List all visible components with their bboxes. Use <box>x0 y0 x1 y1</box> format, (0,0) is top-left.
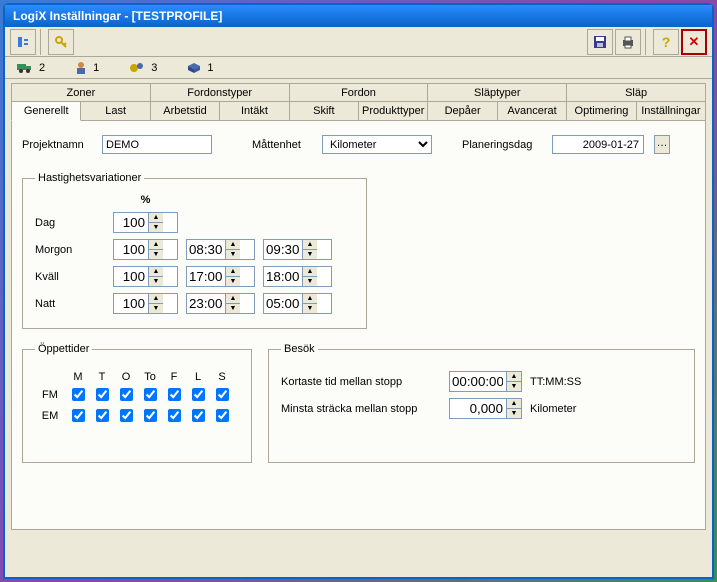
day-header-o: O <box>122 371 131 383</box>
em-label: EM <box>42 410 59 422</box>
dag-label: Dag <box>35 217 105 229</box>
status-users: 1 <box>75 61 99 75</box>
mattenhet-select[interactable]: Kilometer <box>322 135 432 154</box>
close-icon: ✕ <box>689 34 700 50</box>
key-button[interactable] <box>48 29 74 55</box>
em-checkbox-f[interactable] <box>168 409 181 422</box>
kvall-from-spinner[interactable]: ▲▼ <box>186 266 255 287</box>
tab-skift[interactable]: Skift <box>290 101 359 121</box>
tab-generellt[interactable]: Generellt <box>11 101 81 121</box>
tab-produkttyper[interactable]: Produkttyper <box>359 101 428 121</box>
morgon-pct-spinner[interactable]: ▲▼ <box>113 239 178 260</box>
tab-int-kt[interactable]: Intäkt <box>220 101 289 121</box>
day-header-t: T <box>99 371 106 383</box>
em-checkbox-l[interactable] <box>192 409 205 422</box>
hastighet-legend: Hastighetsvariationer <box>35 172 144 184</box>
fm-checkbox-o[interactable] <box>120 388 133 401</box>
tab-last[interactable]: Last <box>81 101 150 121</box>
toolbar: ? ✕ <box>5 27 712 57</box>
gears-icon <box>129 61 145 75</box>
kvall-to-spinner[interactable]: ▲▼ <box>263 266 332 287</box>
toggle-panel-button[interactable] <box>10 29 36 55</box>
em-checkbox-s[interactable] <box>216 409 229 422</box>
besok-group: Besök Kortaste tid mellan stopp ▲▼ TT:MM… <box>268 343 695 463</box>
fm-checkbox-l[interactable] <box>192 388 205 401</box>
kortaste-label: Kortaste tid mellan stopp <box>281 376 441 388</box>
natt-to-spinner[interactable]: ▲▼ <box>263 293 332 314</box>
fm-checkbox-s[interactable] <box>216 388 229 401</box>
fm-checkbox-to[interactable] <box>144 388 157 401</box>
minsta-label: Minsta sträcka mellan stopp <box>281 403 441 415</box>
mattenhet-label: Måttenhet <box>252 139 312 151</box>
spin-up[interactable]: ▲ <box>148 213 163 223</box>
window-title: LogiX Inställningar - [TESTPROFILE] <box>13 9 222 23</box>
dag-pct-spinner[interactable]: ▲▼ <box>113 212 178 233</box>
kortaste-spinner[interactable]: ▲▼ <box>449 371 522 392</box>
em-checkbox-m[interactable] <box>72 409 85 422</box>
oppettider-legend: Öppettider <box>35 343 92 355</box>
status-gears: 3 <box>129 61 157 75</box>
help-button[interactable]: ? <box>653 29 679 55</box>
tab-arbetstid[interactable]: Arbetstid <box>151 101 220 121</box>
tab-dep-er[interactable]: Depåer <box>428 101 497 121</box>
close-button[interactable]: ✕ <box>681 29 707 55</box>
oppettider-group: Öppettider M T O To F L S FM EM <box>22 343 252 463</box>
tab-zoner[interactable]: Zoner <box>11 83 151 102</box>
day-header-s: S <box>218 371 225 383</box>
tab-fordon[interactable]: Fordon <box>290 83 429 102</box>
tab-optimering[interactable]: Optimering <box>567 101 636 121</box>
ttmmss-label: TT:MM:SS <box>530 376 581 388</box>
tab-sl-ptyper[interactable]: Släptyper <box>428 83 567 102</box>
tab-fordonstyper[interactable]: Fordonstyper <box>151 83 290 102</box>
besok-legend: Besök <box>281 343 318 355</box>
day-header-f: F <box>171 371 178 383</box>
day-header-l: L <box>195 371 201 383</box>
fm-checkbox-t[interactable] <box>96 388 109 401</box>
natt-pct-spinner[interactable]: ▲▼ <box>113 293 178 314</box>
em-checkbox-t[interactable] <box>96 409 109 422</box>
status-boxes: 1 <box>187 62 213 74</box>
tab-panel-generellt: Projektnamn Måttenhet Kilometer Planerin… <box>11 120 706 530</box>
help-icon: ? <box>662 34 671 50</box>
em-checkbox-o[interactable] <box>120 409 133 422</box>
tab-sl-p[interactable]: Släp <box>567 83 706 102</box>
kvall-label: Kväll <box>35 271 105 283</box>
projektnamn-input[interactable] <box>102 135 212 154</box>
tab-avancerat[interactable]: Avancerat <box>498 101 567 121</box>
fm-checkbox-f[interactable] <box>168 388 181 401</box>
tab-inst-llningar[interactable]: Inställningar <box>637 101 706 121</box>
kvall-pct-spinner[interactable]: ▲▼ <box>113 266 178 287</box>
natt-label: Natt <box>35 298 105 310</box>
window-titlebar: LogiX Inställningar - [TESTPROFILE] <box>5 5 712 27</box>
planeringsdag-value: 2009-01-27 <box>552 135 644 154</box>
truck-icon <box>17 62 33 74</box>
morgon-label: Morgon <box>35 244 105 256</box>
natt-from-spinner[interactable]: ▲▼ <box>186 293 255 314</box>
print-button[interactable] <box>615 29 641 55</box>
day-header-to: To <box>144 371 156 383</box>
fm-checkbox-m[interactable] <box>72 388 85 401</box>
projektnamn-label: Projektnamn <box>22 139 92 151</box>
status-trucks: 2 <box>17 62 45 74</box>
person-icon <box>75 61 87 75</box>
fm-label: FM <box>42 389 58 401</box>
box-icon <box>187 62 201 74</box>
save-button[interactable] <box>587 29 613 55</box>
morgon-to-spinner[interactable]: ▲▼ <box>263 239 332 260</box>
em-checkbox-to[interactable] <box>144 409 157 422</box>
status-bar: 2 1 3 1 <box>5 57 712 79</box>
minsta-spinner[interactable]: ▲▼ <box>449 398 522 419</box>
planeringsdag-label: Planeringsdag <box>462 139 542 151</box>
planeringsdag-picker-button[interactable]: … <box>654 135 670 154</box>
kilometer-label: Kilometer <box>530 403 576 415</box>
morgon-from-spinner[interactable]: ▲▼ <box>186 239 255 260</box>
hastighet-group: Hastighetsvariationer % Dag ▲▼ Morgon ▲▼… <box>22 172 367 329</box>
percent-header: % <box>113 194 178 206</box>
day-header-m: M <box>73 371 82 383</box>
spin-down[interactable]: ▼ <box>148 223 163 232</box>
